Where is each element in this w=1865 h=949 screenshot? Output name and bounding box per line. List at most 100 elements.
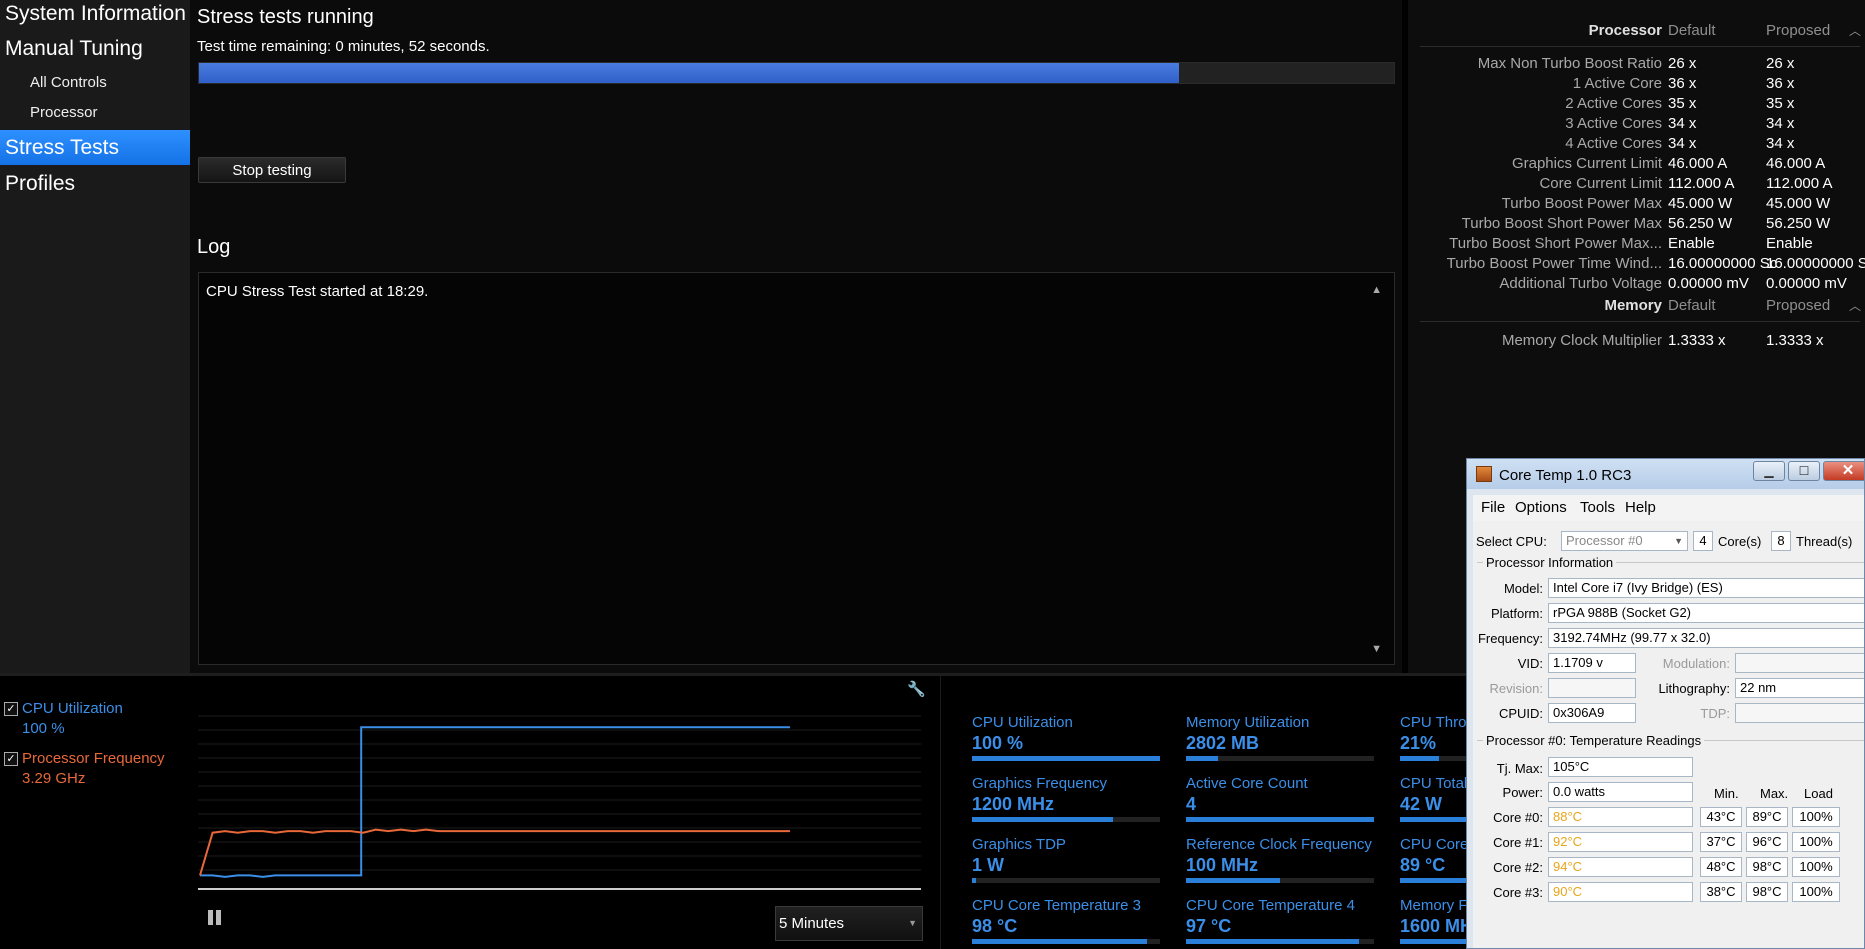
setting-proposed-value: 34 x	[1766, 115, 1795, 132]
processor-select[interactable]: Processor #0 ▼	[1561, 531, 1688, 551]
nav-item-manual-tuning[interactable]: Manual Tuning	[0, 34, 190, 64]
menu-help[interactable]: Help	[1625, 499, 1656, 516]
setting-default-value: 35 x	[1668, 95, 1697, 112]
metric-label: CPU Utilization	[972, 714, 1073, 731]
core-min-temperature: 43°C	[1700, 807, 1742, 827]
wrench-icon[interactable]: 🔧	[907, 680, 926, 698]
metric-tile: CPU Core Temperature 3 98 °C	[972, 897, 1160, 944]
time-remaining-text: Test time remaining: 0 minutes, 52 secon…	[197, 38, 490, 55]
setting-default-value: 112.000 A	[1668, 175, 1735, 192]
setting-label: Turbo Boost Short Power Max	[1461, 215, 1662, 232]
model-label: Model:	[1503, 581, 1543, 596]
legend-name: CPU Utilization	[22, 700, 123, 717]
setting-label: Turbo Boost Short Power Max...	[1449, 235, 1662, 252]
setting-proposed-value: 46.000 A	[1766, 155, 1826, 172]
tdp-value	[1735, 703, 1864, 723]
frequency-label: Frequency:	[1477, 631, 1543, 646]
setting-row: Graphics Current Limit 46.000 A 46.000 A	[1408, 155, 1865, 175]
processor-info-heading: Processor Information	[1483, 555, 1617, 570]
maximize-button[interactable]: ☐	[1788, 461, 1820, 481]
revision-label: Revision:	[1489, 681, 1543, 696]
core-load: 100%	[1792, 857, 1840, 877]
cpuid-value: 0x306A9	[1548, 703, 1636, 723]
processor-frequency-checkbox[interactable]: ✓	[4, 752, 18, 766]
menu-tools[interactable]: Tools	[1580, 499, 1615, 516]
default-column-header: Default	[1668, 297, 1716, 314]
metric-value: 1 W	[972, 855, 1005, 875]
window-titlebar[interactable]: Core Temp 1.0 RC3 ▁ ☐ ✕	[1467, 459, 1864, 489]
test-progress-fill	[199, 63, 1179, 83]
graph-series-line	[199, 828, 790, 876]
scroll-down-icon[interactable]: ▼	[1371, 643, 1382, 655]
metric-tile: CPU Utilization 100 %	[972, 714, 1160, 761]
log-textbox[interactable]: CPU Stress Test started at 18:29. ▲ ▼	[198, 272, 1395, 665]
setting-default-value: 34 x	[1668, 135, 1697, 152]
metric-value: 1200 MHz	[972, 794, 1055, 814]
cores-label: Core(s)	[1718, 534, 1762, 549]
default-column-header: Default	[1668, 22, 1716, 39]
setting-proposed-value: 26 x	[1766, 55, 1795, 72]
nav-item-profiles[interactable]: Profiles	[0, 169, 190, 199]
metric-level-bar	[972, 939, 1160, 944]
page-title: Stress tests running	[197, 6, 374, 28]
nav-item-all-controls[interactable]: All Controls	[0, 72, 190, 94]
metric-level-fill	[972, 878, 976, 883]
tjmax-value: 105°C	[1548, 757, 1693, 777]
close-button[interactable]: ✕	[1823, 461, 1864, 481]
nav-item-processor[interactable]: Processor	[0, 102, 190, 124]
metric-value: 4	[1186, 794, 1197, 814]
legend-value: 3.29 GHz	[22, 770, 86, 787]
test-progress-bar	[198, 62, 1395, 84]
metric-tile: Graphics Frequency 1200 MHz	[972, 775, 1160, 822]
setting-proposed-value: 45.000 W	[1766, 195, 1831, 212]
metric-value: 98 °C	[972, 916, 1018, 936]
nav-item-system-information[interactable]: System Information	[0, 0, 190, 30]
minimize-button[interactable]: ▁	[1753, 461, 1785, 481]
setting-proposed-value: 56.250 W	[1766, 215, 1831, 232]
core-max-temperature: 98°C	[1746, 882, 1788, 902]
setting-row: 1 Active Core 36 x 36 x	[1408, 75, 1865, 95]
core-temperature: 88°C	[1548, 807, 1693, 827]
core-temperature: 90°C	[1548, 882, 1693, 902]
core-temp-body: Select CPU: Processor #0 ▼ 4 Core(s) 8 T…	[1473, 521, 1864, 948]
core-min-temperature: 48°C	[1700, 857, 1742, 877]
setting-row: 2 Active Cores 35 x 35 x	[1408, 95, 1865, 115]
duration-select[interactable]: 5 Minutes ▼	[775, 906, 923, 941]
metric-label: Graphics Frequency	[972, 775, 1108, 792]
metric-level-fill	[1186, 756, 1218, 761]
setting-proposed-value: 1.3333 x	[1766, 332, 1824, 349]
setting-default-value: 34 x	[1668, 115, 1697, 132]
processor-section-label: Processor	[1588, 22, 1662, 39]
frequency-value: 3192.74MHz (99.77 x 32.0)	[1548, 628, 1864, 648]
setting-row: 4 Active Cores 34 x 34 x	[1408, 135, 1865, 155]
cpu-utilization-checkbox[interactable]: ✓	[4, 702, 18, 716]
pause-icon	[216, 910, 221, 925]
metric-value: 100 %	[972, 733, 1024, 753]
menu-file[interactable]: File	[1481, 499, 1505, 516]
pause-button[interactable]	[206, 908, 224, 928]
setting-default-value: 46.000 A	[1668, 155, 1728, 172]
nav-item-stress-tests[interactable]: Stress Tests	[0, 130, 190, 165]
setting-proposed-value: 112.000 A	[1766, 175, 1833, 192]
setting-row: Turbo Boost Power Max 45.000 W 45.000 W	[1408, 195, 1865, 215]
scroll-up-icon[interactable]: ▲	[1371, 284, 1382, 296]
menu-options[interactable]: Options	[1515, 499, 1567, 516]
collapse-chevron-icon[interactable]: ︿	[1849, 22, 1861, 39]
pause-icon	[208, 910, 213, 925]
metric-label: Active Core Count	[1186, 775, 1308, 792]
platform-label: Platform:	[1490, 606, 1543, 621]
collapse-chevron-icon[interactable]: ︿	[1849, 297, 1861, 314]
setting-default-value: 56.250 W	[1668, 215, 1733, 232]
core-max-temperature: 96°C	[1746, 832, 1788, 852]
temperature-readings-heading: Processor #0: Temperature Readings	[1483, 733, 1705, 748]
vid-value: 1.1709 v	[1548, 653, 1636, 673]
model-value: Intel Core i7 (Ivy Bridge) (ES)	[1548, 578, 1864, 598]
core-temp-window: Core Temp 1.0 RC3 ▁ ☐ ✕ File Options Too…	[1466, 458, 1865, 949]
setting-label: Graphics Current Limit	[1511, 155, 1662, 172]
setting-row: Turbo Boost Short Power Max... Enable Enab…	[1408, 235, 1865, 255]
stop-testing-button[interactable]: Stop testing	[198, 157, 346, 183]
setting-default-value: 0.00000 mV	[1668, 275, 1749, 292]
metric-label: CPU Core Temperature 4	[1186, 897, 1355, 914]
setting-row: Turbo Boost Power Time Wind... 16.0000000…	[1408, 255, 1865, 275]
cpuid-label: CPUID:	[1498, 706, 1543, 721]
